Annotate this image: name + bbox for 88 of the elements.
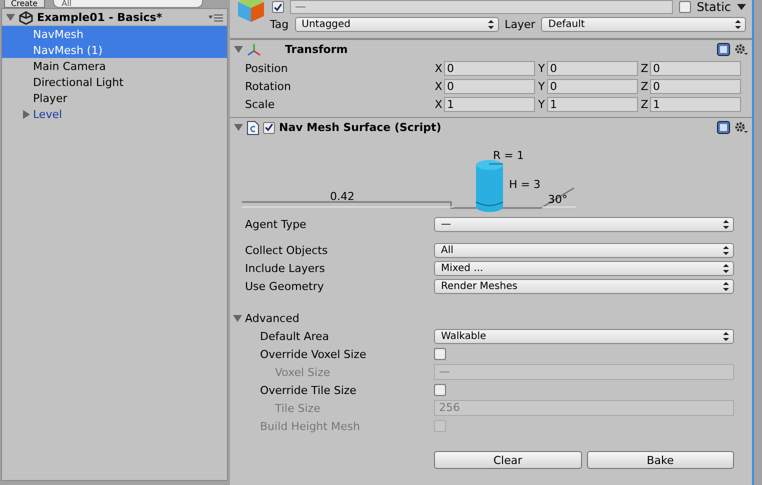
search-field[interactable]: All	[52, 0, 203, 8]
slope-label: 30°	[548, 193, 568, 206]
updown-caret-icon	[723, 282, 729, 290]
layer-dropdown[interactable]: Default	[541, 17, 746, 32]
axis-label: Y	[537, 80, 546, 92]
axis-label: Z	[640, 80, 650, 92]
number-field[interactable]: 0	[444, 78, 535, 94]
hierarchy-item[interactable]: Level	[2, 106, 227, 122]
field-label: Agent Type	[245, 218, 308, 230]
checkbox[interactable]	[263, 122, 275, 134]
cube-icon	[236, 0, 266, 24]
field-label: Collect Objects	[245, 244, 329, 256]
create-button[interactable]: Create	[4, 0, 45, 8]
updown-caret-icon	[723, 246, 729, 254]
transform-label: Rotation	[245, 80, 292, 92]
layer-label: Layer	[504, 18, 536, 31]
updown-caret-icon	[723, 264, 729, 272]
number-field[interactable]: 1	[547, 96, 638, 112]
scene-name[interactable]: Example01 - Basics*	[37, 11, 205, 24]
tag-label: Tag	[270, 18, 289, 31]
script-icon	[247, 120, 259, 134]
updown-caret-icon	[488, 20, 494, 29]
field-label: Override Voxel Size	[260, 348, 368, 360]
number-field[interactable]: 0	[650, 78, 741, 94]
updown-caret-icon	[723, 332, 729, 340]
dropdown[interactable]: Render Meshes	[434, 278, 734, 294]
field-label: Voxel Size	[275, 366, 332, 378]
number-field[interactable]: 0	[650, 60, 741, 76]
help-book-icon[interactable]	[717, 121, 730, 134]
cube-logo-icon	[19, 10, 33, 24]
number-field[interactable]: 0	[444, 60, 535, 76]
dropdown[interactable]: —	[434, 216, 734, 232]
field-label: Override Tile Size	[260, 384, 358, 396]
checkbox[interactable]	[272, 1, 284, 13]
field-label: Use Geometry	[245, 280, 325, 292]
dropdown[interactable]: Walkable	[434, 328, 734, 344]
static-label: Static	[696, 0, 731, 14]
field-label: Tile Size	[275, 402, 322, 414]
height-label: H = 3	[509, 178, 540, 191]
updown-caret-icon	[735, 20, 741, 29]
help-book-icon[interactable]	[717, 43, 730, 56]
name-field[interactable]: —	[290, 0, 673, 14]
foldout-triangle-icon[interactable]	[234, 45, 243, 54]
number-field[interactable]: 0	[547, 78, 638, 94]
action-button[interactable]: Bake	[586, 451, 734, 469]
step-label: 0.42	[330, 190, 354, 203]
action-button[interactable]: Clear	[434, 451, 582, 469]
cylinder-drawing	[476, 160, 504, 212]
foldout-triangle-icon[interactable]	[233, 314, 242, 322]
dropdown[interactable]: All	[434, 242, 734, 258]
axes-icon	[247, 42, 261, 56]
field-label: Include Layers	[245, 262, 326, 274]
hierarchy-item[interactable]: Directional Light	[2, 74, 227, 90]
hierarchy-item[interactable]: NavMesh (1)	[2, 42, 227, 58]
number-field[interactable]: 0	[547, 60, 638, 76]
checkbox[interactable]	[434, 384, 446, 396]
axis-label: X	[434, 62, 444, 74]
field-label: Default Area	[260, 330, 330, 342]
transform-label: Position	[245, 62, 289, 74]
component-title[interactable]: Transform	[265, 43, 713, 56]
expand-triangle-icon[interactable]	[22, 110, 31, 119]
axis-label: Z	[640, 62, 650, 74]
axis-label: Y	[537, 98, 546, 110]
gear-icon[interactable]	[734, 43, 748, 56]
foldout-triangle-icon[interactable]	[234, 123, 243, 132]
section-label[interactable]: Advanced	[245, 312, 300, 324]
dropdown[interactable]: Mixed ...	[434, 260, 734, 276]
number-field[interactable]: 1	[444, 96, 535, 112]
updown-caret-icon	[723, 220, 729, 228]
axis-label: X	[434, 98, 444, 110]
hierarchy-item[interactable]: Main Camera	[2, 58, 227, 74]
field-label: Build Height Mesh	[260, 420, 361, 432]
tag-dropdown[interactable]: Untagged	[294, 17, 499, 32]
number-field[interactable]: 1	[650, 96, 741, 112]
hierarchy-item[interactable]: Player	[2, 90, 227, 106]
gear-icon[interactable]	[734, 121, 748, 134]
axis-label: Y	[537, 62, 546, 74]
hierarchy-item[interactable]: NavMesh	[2, 26, 227, 42]
expand-triangle-icon[interactable]	[6, 13, 15, 22]
transform-label: Scale	[245, 98, 276, 110]
radius-label: R = 1	[493, 149, 524, 162]
checkbox[interactable]	[678, 1, 691, 13]
menu-icon[interactable]	[209, 14, 223, 22]
dropdown-arrow-icon[interactable]	[737, 4, 746, 10]
axis-label: Z	[640, 98, 650, 110]
axis-label: X	[434, 80, 444, 92]
component-title[interactable]: Nav Mesh Surface (Script)	[279, 121, 713, 134]
checkbox[interactable]	[434, 348, 446, 360]
